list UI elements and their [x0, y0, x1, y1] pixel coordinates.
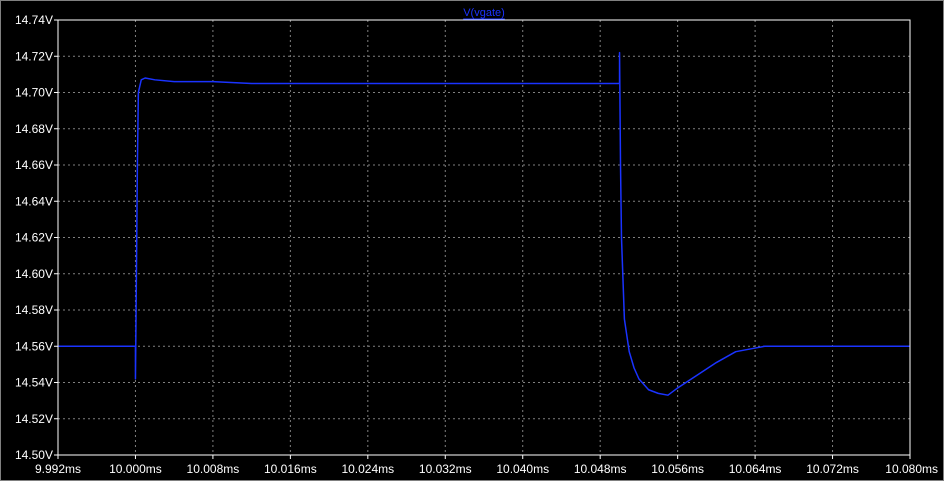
- x-tick-label: 10.016ms: [264, 462, 317, 476]
- y-tick-label: 14.58V: [15, 303, 53, 317]
- trace-legend: V(vgate): [463, 7, 505, 20]
- x-tick-label: 9.992ms: [35, 462, 81, 476]
- y-tick-label: 14.68V: [15, 122, 53, 136]
- x-tick-label: 10.064ms: [729, 462, 782, 476]
- y-tick-label: 14.70V: [15, 86, 53, 100]
- x-tick-label: 10.056ms: [651, 462, 704, 476]
- grid-layer: [58, 20, 910, 455]
- y-tick-label: 14.62V: [15, 231, 53, 245]
- y-tick-label: 14.74V: [15, 13, 53, 27]
- y-tick-label: 14.64V: [15, 194, 53, 208]
- x-tick-label: 10.040ms: [496, 462, 549, 476]
- x-tick-label: 10.080ms: [885, 462, 938, 476]
- series-layer: [58, 51, 910, 396]
- x-tick-label: 10.024ms: [341, 462, 394, 476]
- y-tick-label: 14.52V: [15, 412, 53, 426]
- waveform-chart[interactable]: 14.50V 14.52V 14.54V 14.56V 14.58V 14.60V 14.6…: [1, 1, 943, 480]
- y-tick-label: 14.60V: [15, 267, 53, 281]
- series-line-0[interactable]: [58, 51, 910, 396]
- y-tick-label: 14.72V: [15, 49, 53, 63]
- y-tick-label: 14.50V: [15, 448, 53, 462]
- y-axis-ticks: 14.50V 14.52V 14.54V 14.56V 14.58V 14.60V 14.6…: [15, 13, 58, 462]
- x-tick-label: 10.000ms: [109, 462, 162, 476]
- y-tick-label: 14.54V: [15, 376, 53, 390]
- x-tick-label: 10.032ms: [419, 462, 472, 476]
- y-tick-label: 14.56V: [15, 339, 53, 353]
- x-axis-ticks: 9.992ms 10.000ms 10.008ms 10.016ms 10.024ms 1…: [35, 455, 938, 476]
- x-tick-label: 10.008ms: [187, 462, 240, 476]
- y-tick-label: 14.66V: [15, 158, 53, 172]
- x-tick-label: 10.072ms: [806, 462, 859, 476]
- plot-window: 14.50V 14.52V 14.54V 14.56V 14.58V 14.60V 14.6…: [0, 0, 944, 481]
- trace-label[interactable]: V(vgate): [463, 7, 505, 19]
- x-tick-label: 10.048ms: [574, 462, 627, 476]
